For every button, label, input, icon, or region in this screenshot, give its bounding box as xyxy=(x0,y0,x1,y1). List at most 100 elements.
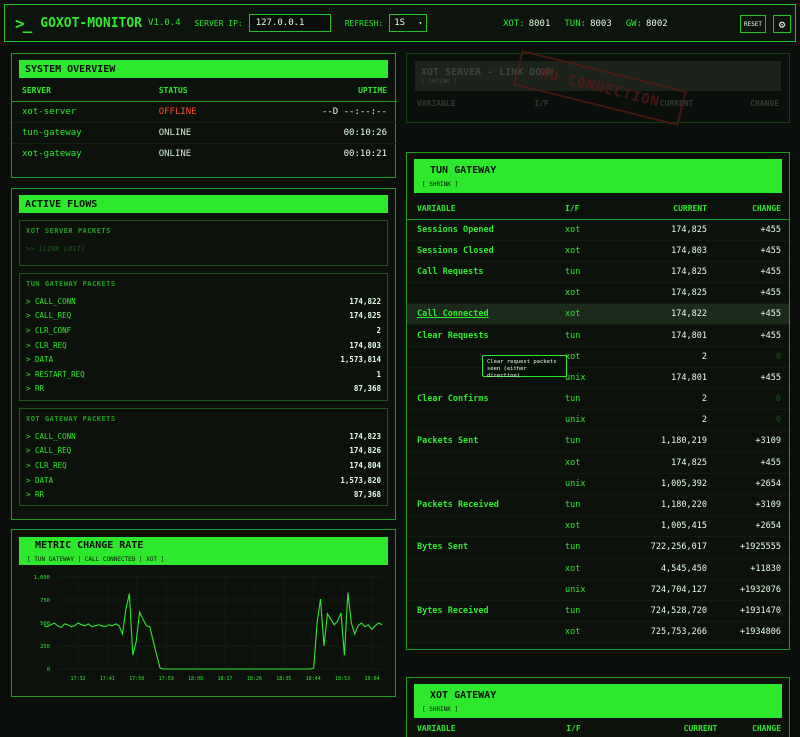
port-gw: GW: 8002 xyxy=(625,19,668,29)
list-item: > DATA 1,573,820 xyxy=(26,475,381,485)
table-row[interactable]: unix 2 0 xyxy=(407,409,789,432)
y-tick-label: 0 xyxy=(47,667,50,673)
table-row[interactable]: xot 725,753,266 +1934806 xyxy=(407,621,789,644)
list-item: > CALL_REQ 174,826 xyxy=(26,446,381,456)
y-tick-label: 1,000 xyxy=(33,575,50,581)
col-change: CHANGE xyxy=(711,199,789,220)
x-tick-label: 17:59 xyxy=(159,676,174,682)
tun-gateway-panel: TUN GATEWAY [ SHRINK ] VARIABLE I/F CURR… xyxy=(406,152,790,650)
refresh-select[interactable]: 1S ▾ xyxy=(389,14,428,32)
server-ip-label: SERVER IP: xyxy=(194,18,243,28)
table-row[interactable]: Packets Sent tun 1,180,219 +3109 xyxy=(407,430,789,453)
table-row[interactable]: Packets Received tun 1,180,220 +3109 xyxy=(407,494,789,517)
y-tick-label: 750 xyxy=(40,598,50,604)
metric-line-chart: 02505007501,00017:32 17:41 17:50 17:59 18:08… xyxy=(33,575,383,682)
server-ip-input[interactable] xyxy=(248,14,331,32)
settings-button[interactable]: ⚙ xyxy=(773,15,791,33)
xot-gateway-title-bar: XOT GATEWAY [ SHRINK ] xyxy=(414,684,782,718)
refresh-value: 1S xyxy=(394,18,406,28)
table-row[interactable]: Sessions Closed xot 174,803 +455 xyxy=(407,240,789,262)
x-tick-label: 17:50 xyxy=(129,676,144,682)
tun-gateway-title: TUN GATEWAY xyxy=(430,164,497,176)
metric-change-panel: METRIC CHANGE RATE [ TUN GATEWAY | CALL … xyxy=(11,529,396,697)
app-version: V1.0.4 xyxy=(148,18,181,28)
port-tun: TUN: 8003 xyxy=(564,19,612,29)
list-item: > DATA 1,573,814 xyxy=(26,355,381,365)
table-row[interactable]: unix 1,005,392 +2654 xyxy=(407,473,789,495)
col-uptime: UPTIME xyxy=(243,80,397,102)
xot-gateway-packets: XOT GATEWAY PACKETS > CALL_CONN 174,823 > … xyxy=(19,408,388,506)
system-overview-panel: SYSTEM OVERVIEW SERVER STATUS UPTIME xot… xyxy=(11,53,397,178)
table-row[interactable]: unix 174,801 +455 xyxy=(407,367,789,390)
table-row[interactable]: Clear Requests tun 174,801 +455 xyxy=(407,324,789,347)
terminal-icon: >_ xyxy=(15,13,32,33)
tun-gateway-packets: TUN GATEWAY PACKETS > CALL_CONN 174,822 > … xyxy=(19,273,388,401)
list-item: > CALL_REQ 174,825 xyxy=(26,311,381,321)
tun-gateway-table: VARIABLE I/F CURRENT CHANGE Sessions Ope… xyxy=(407,199,789,644)
col-current: CURRENT xyxy=(621,199,711,220)
status-badge: ONLINE xyxy=(154,122,244,144)
reset-button[interactable]: RESET xyxy=(740,15,766,33)
metric-subtitle: [ TUN GATEWAY | CALL CONNECTED | XOT ] xyxy=(27,555,165,563)
list-item: > CALL_CONN 174,822 xyxy=(26,296,381,306)
col-iface: I/F xyxy=(561,199,621,220)
table-row[interactable]: xot 2 0 xyxy=(407,346,789,368)
table-row[interactable]: Sessions Opened xot 174,825 +455 xyxy=(407,219,789,241)
table-row[interactable]: Call Connected xot 174,822 +455 xyxy=(407,303,789,326)
table-row[interactable]: Bytes Sent tun 722,256,017 +1925555 xyxy=(407,536,789,559)
shrink-link[interactable]: [ SHRINK ] xyxy=(422,706,458,713)
gear-icon: ⚙ xyxy=(778,17,786,31)
link-lost-text: >> [LINK LOST] xyxy=(26,245,86,253)
table-row: xot-gateway ONLINE 00:10:21 xyxy=(12,144,397,165)
x-tick-label: 17:41 xyxy=(100,676,115,682)
shrink-link[interactable]: [ SHRINK ] xyxy=(421,78,457,85)
x-tick-label: 18:35 xyxy=(276,676,291,682)
system-overview-table: SERVER STATUS UPTIME xot-server OFFLINE … xyxy=(12,80,397,165)
shrink-link[interactable]: [ SHRINK ] xyxy=(422,181,458,188)
col-variable: VARIABLE xyxy=(407,199,561,220)
chevron-down-icon: ▾ xyxy=(418,19,423,27)
x-tick-label: 18:17 xyxy=(217,676,232,682)
x-tick-label: 18:53 xyxy=(335,676,350,682)
tun-gateway-title-bar: TUN GATEWAY [ SHRINK ] xyxy=(414,159,782,193)
metric-title-bar: METRIC CHANGE RATE [ TUN GATEWAY | CALL … xyxy=(19,537,388,565)
top-bar: >_ GOXOT-MONITOR V1.0.4 SERVER IP: REFRE… xyxy=(4,4,796,42)
col-server: SERVER xyxy=(12,80,155,102)
x-tick-label: 18:08 xyxy=(188,676,203,682)
xot-gateway-header-row: VARIABLE I/F CURRENT CHANGE xyxy=(417,724,782,733)
status-badge: OFFLINE xyxy=(154,101,244,123)
list-item: > CALL_CONN 174,823 xyxy=(26,431,381,441)
table-row[interactable]: Call Requests tun 174,825 +455 xyxy=(407,261,789,284)
x-tick-label: 19:04 xyxy=(364,676,379,682)
table-row: xot-server OFFLINE --D --:--:-- xyxy=(12,101,397,123)
table-row[interactable]: xot 174,825 +455 xyxy=(407,282,789,305)
list-item: > CLR_REQ 174,803 xyxy=(26,340,381,350)
series-line xyxy=(43,592,383,670)
port-list: XOT: 8001 TUN: 8003 GW: 8002 xyxy=(503,5,668,43)
tooltip: Clear request packets seen (either direc… xyxy=(482,355,567,379)
table-row[interactable]: xot 174,825 +455 xyxy=(407,452,789,474)
list-item: > RESTART_REQ 1 xyxy=(26,369,381,379)
refresh-label: REFRESH: xyxy=(344,18,384,28)
xot-gateway-title: XOT GATEWAY xyxy=(430,689,497,701)
list-item: > RR 87,368 xyxy=(26,490,381,500)
x-tick-label: 18:26 xyxy=(247,676,262,682)
active-flows-panel: ACTIVE FLOWS XOT SERVER PACKETS >> [LINK… xyxy=(11,188,396,520)
table-row[interactable]: Clear Confirms tun 2 0 xyxy=(407,388,789,411)
metric-title: METRIC CHANGE RATE xyxy=(35,539,144,551)
system-overview-title: SYSTEM OVERVIEW xyxy=(19,60,388,78)
active-flows-title: ACTIVE FLOWS xyxy=(19,195,388,213)
x-tick-label: 18:44 xyxy=(306,676,321,682)
list-item: > CLR_REQ 174,804 xyxy=(26,460,381,470)
table-row[interactable]: Bytes Received tun 724,528,720 +1931470 xyxy=(407,600,789,623)
col-status: STATUS xyxy=(154,80,244,102)
list-item: > CLR_CONF 2 xyxy=(26,325,381,335)
port-xot: XOT: 8001 xyxy=(503,19,551,29)
table-row[interactable]: xot 4,545,450 +11830 xyxy=(407,558,789,580)
x-tick-label: 17:32 xyxy=(70,676,85,682)
app-title: GOXOT-MONITOR xyxy=(40,15,143,31)
list-item: > RR 87,368 xyxy=(26,384,381,394)
table-row[interactable]: xot 1,005,415 +2654 xyxy=(407,515,789,538)
table-row[interactable]: unix 724,704,127 +1932076 xyxy=(407,579,789,601)
xot-gateway-panel: XOT GATEWAY [ SHRINK ] VARIABLE I/F CURR… xyxy=(406,677,790,737)
